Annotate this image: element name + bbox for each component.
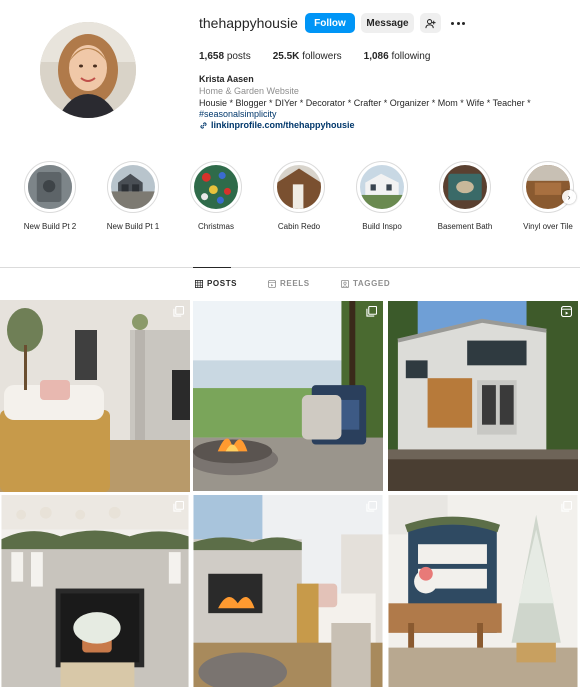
post-tile[interactable] xyxy=(0,300,190,492)
chevron-right-icon: › xyxy=(567,192,571,202)
post-tile[interactable] xyxy=(0,495,190,687)
grid-icon xyxy=(195,279,203,288)
avatar-image xyxy=(40,22,136,118)
carousel-icon xyxy=(366,306,377,317)
carousel-icon xyxy=(366,501,377,512)
highlight-thumbnail xyxy=(28,165,72,209)
highlight-build-inspo[interactable]: Build Inspo xyxy=(342,161,422,231)
post-image xyxy=(388,495,578,687)
reels-icon xyxy=(268,279,276,288)
following-stat[interactable]: 1,086 following xyxy=(364,51,431,62)
suggested-users-button[interactable] xyxy=(420,13,441,33)
posts-stat: 1,658 posts xyxy=(199,51,251,62)
link-icon xyxy=(200,121,207,129)
posts-grid xyxy=(0,300,580,690)
profile-avatar[interactable] xyxy=(40,22,136,118)
post-image xyxy=(1,495,189,687)
more-dots-icon xyxy=(451,21,454,25)
more-options-button[interactable] xyxy=(449,14,467,32)
carousel-icon xyxy=(173,306,184,317)
highlight-thumbnail xyxy=(443,165,487,209)
highlights-next-button[interactable]: › xyxy=(562,190,576,204)
tab-reels[interactable]: REELS xyxy=(268,279,310,288)
profile-category: Home & Garden Website xyxy=(199,86,299,96)
active-tab-indicator xyxy=(193,267,231,268)
post-image xyxy=(0,300,190,492)
add-user-icon xyxy=(425,18,436,28)
profile-bio: Housie * Blogger * DIYer * Decorator * C… xyxy=(199,98,531,108)
highlight-basement-bath[interactable]: Basement Bath xyxy=(425,161,505,231)
highlight-thumbnail xyxy=(194,165,238,209)
carousel-icon xyxy=(561,501,572,512)
highlight-thumbnail xyxy=(360,165,404,209)
tab-posts[interactable]: POSTS xyxy=(195,279,237,288)
profile-full-name: Krista Aasen xyxy=(199,74,254,84)
highlight-new-build-pt-1[interactable]: New Build Pt 1 xyxy=(93,161,173,231)
profile-link-text: linkinprofile.com/thehappyhousie xyxy=(211,120,355,130)
bio-hashtag[interactable]: #seasonalsimplicity xyxy=(199,109,277,119)
story-highlights: New Build Pt 2 New Build Pt 1 Christmas … xyxy=(0,161,580,241)
profile-stats: 1,658 posts 25.5K followers 1,086 follow… xyxy=(199,51,452,62)
post-tile[interactable] xyxy=(388,495,578,687)
carousel-icon xyxy=(173,501,184,512)
highlight-thumbnail xyxy=(277,165,321,209)
tagged-icon xyxy=(341,279,349,288)
highlight-thumbnail xyxy=(526,165,570,209)
profile-link[interactable]: linkinprofile.com/thehappyhousie xyxy=(199,120,355,130)
tabs-divider xyxy=(0,267,580,268)
message-button[interactable]: Message xyxy=(361,13,414,33)
post-image xyxy=(193,301,383,491)
profile-username: thehappyhousie xyxy=(199,15,298,31)
post-tile[interactable] xyxy=(388,300,578,492)
follow-button[interactable]: Follow xyxy=(305,13,355,33)
post-tile[interactable] xyxy=(193,300,383,492)
reel-icon xyxy=(561,306,572,317)
highlight-christmas[interactable]: Christmas xyxy=(176,161,256,231)
highlight-new-build-pt-2[interactable]: New Build Pt 2 xyxy=(10,161,90,231)
post-tile[interactable] xyxy=(193,495,383,687)
highlight-cabin-redo[interactable]: Cabin Redo xyxy=(259,161,339,231)
followers-stat[interactable]: 25.5K followers xyxy=(273,51,342,62)
tab-tagged[interactable]: TAGGED xyxy=(341,279,390,288)
post-image xyxy=(193,495,383,687)
post-image xyxy=(388,301,578,491)
highlight-thumbnail xyxy=(111,165,155,209)
